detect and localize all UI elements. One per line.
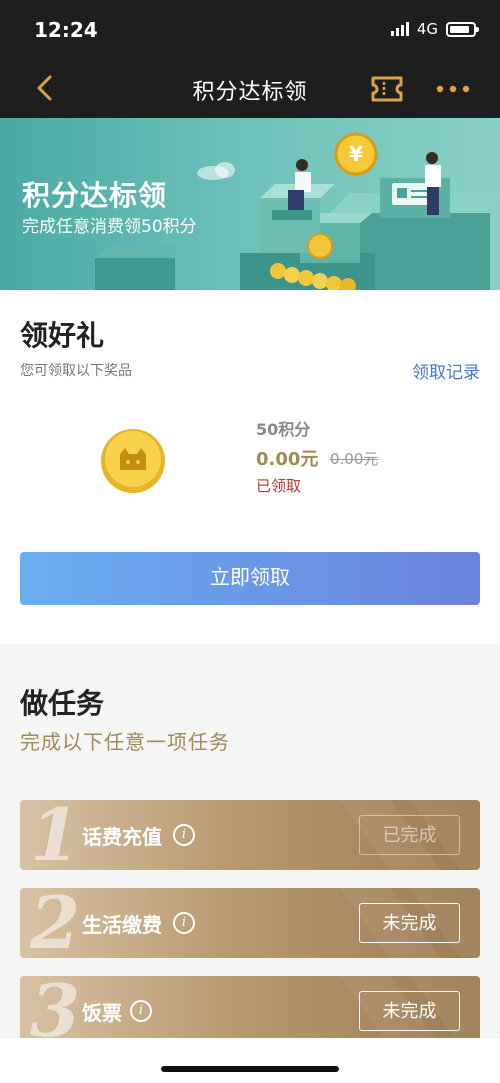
info-icon[interactable]: i (173, 824, 195, 846)
promo-banner: ¥ 积分达标领 完成任意消费领50积分 (0, 118, 500, 290)
gift-section: 领好礼 您可领取以下奖品 领取记录 50积分 0.00元 0.00元 已领取 立… (0, 290, 500, 644)
task-item-utility-payment[interactable]: 2 生活缴费 i 未完成 (20, 888, 480, 958)
status-time: 12:24 (34, 18, 98, 42)
points-coin-icon (101, 429, 165, 493)
home-indicator-bar (0, 1038, 500, 1083)
nav-bar: 积分达标领 (0, 60, 500, 118)
svg-text:¥: ¥ (349, 142, 363, 166)
task-status-button[interactable]: 未完成 (359, 991, 460, 1031)
ticket-icon[interactable] (370, 74, 404, 104)
task-label: 生活缴费 (82, 913, 162, 937)
task-status-button[interactable]: 已完成 (359, 815, 460, 855)
task-number: 3 (30, 976, 81, 1046)
prize-name: 50积分 (256, 420, 311, 439)
page-title: 积分达标领 (192, 80, 308, 105)
gift-subtitle: 您可领取以下奖品 (20, 363, 132, 379)
info-icon[interactable]: i (130, 1000, 152, 1022)
gift-heading: 领好礼 (20, 319, 105, 352)
claim-button[interactable]: 立即领取 (20, 552, 480, 605)
task-number: 2 (30, 888, 81, 958)
status-indicators: 4G (390, 20, 479, 38)
task-label: 饭票 (82, 1001, 122, 1025)
info-icon[interactable]: i (173, 912, 195, 934)
task-number: 1 (30, 800, 81, 870)
task-label: 话费充值 (82, 825, 162, 849)
home-indicator[interactable] (161, 1066, 339, 1072)
status-bar: 12:24 4G (0, 0, 500, 60)
banner-subtitle: 完成任意消费领50积分 (22, 217, 197, 237)
more-icon[interactable] (434, 74, 472, 104)
banner-title: 积分达标领 (22, 179, 168, 212)
tasks-section: 做任务 完成以下任意一项任务 1 话费充值 i 已完成 2 生活缴费 i 未完成… (0, 644, 500, 1046)
prize-original-price: 0.00元 (330, 450, 379, 468)
task-item-phone-recharge[interactable]: 1 话费充值 i 已完成 (20, 800, 480, 870)
task-status-button[interactable]: 未完成 (359, 903, 460, 943)
signal-icon (390, 22, 409, 36)
prize-status: 已领取 (256, 477, 302, 495)
network-label: 4G (416, 20, 438, 38)
battery-icon (446, 21, 479, 37)
task-item-meal-ticket[interactable]: 3 饭票 i 未完成 (20, 976, 480, 1046)
tasks-subtitle: 完成以下任意一项任务 (20, 730, 230, 754)
prize-price: 0.00元 (256, 449, 319, 470)
claim-record-link[interactable]: 领取记录 (412, 358, 480, 383)
tasks-heading: 做任务 (20, 687, 105, 720)
